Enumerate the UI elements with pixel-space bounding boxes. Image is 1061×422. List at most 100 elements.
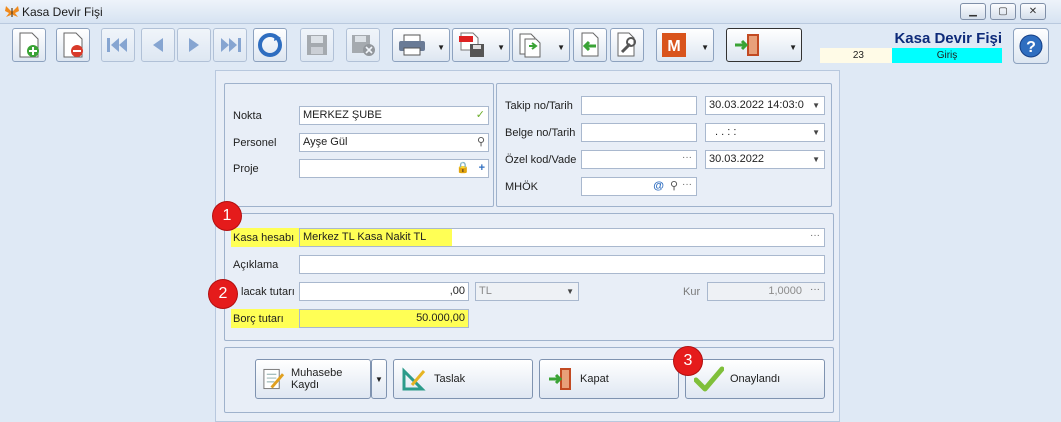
draft-triangle-icon — [402, 367, 426, 391]
copy-doc-icon — [519, 33, 541, 58]
kur-input[interactable]: 1,0000 ··· — [707, 282, 825, 301]
chevron-down-icon: ▼ — [701, 43, 709, 52]
chevron-down-icon: ▼ — [812, 128, 820, 137]
takip-no-input[interactable] — [581, 96, 697, 115]
borc-label: Borç tutarı — [233, 313, 284, 325]
new-doc-icon — [19, 32, 39, 58]
pdf-export-icon — [459, 32, 484, 57]
record-number: 23 — [820, 48, 892, 63]
currency-value: TL — [479, 285, 492, 297]
at-sign-icon[interactable]: @ — [653, 178, 664, 195]
aciklama-input[interactable] — [299, 255, 825, 274]
chevron-down-icon: ▼ — [557, 43, 565, 52]
new-button[interactable] — [12, 28, 46, 62]
first-record-icon — [107, 38, 127, 52]
taslak-label: Taslak — [434, 373, 466, 385]
belge-date-value: . . : : — [715, 126, 737, 138]
proje-field[interactable]: 🔒 + — [299, 159, 489, 178]
callout-badge-3: 3 — [674, 347, 702, 375]
add-icon[interactable]: + — [479, 160, 485, 177]
nokta-field[interactable]: MERKEZ ŞUBE ✓ — [299, 106, 489, 125]
personel-field[interactable]: Ayşe Gül ⚲ — [299, 133, 489, 152]
nokta-label: Nokta — [233, 110, 262, 122]
title-bar: Kasa Devir Fişi ▁ ▢ ✕ — [0, 0, 1061, 24]
ozel-kod-input[interactable]: ··· — [581, 150, 697, 169]
maximize-icon: ▢ — [998, 6, 1008, 17]
next-record-button[interactable] — [177, 28, 211, 62]
chevron-down-icon: ▼ — [497, 43, 505, 52]
settings-wrench-icon — [617, 32, 636, 57]
user-search-icon[interactable]: ⚲ — [477, 134, 485, 151]
prev-record-icon — [153, 38, 163, 52]
ellipsis-icon[interactable]: ··· — [682, 151, 692, 166]
location-group: Nokta MERKEZ ŞUBE ✓ Personel Ayşe Gül ⚲ … — [224, 83, 494, 207]
last-record-button[interactable] — [213, 28, 247, 62]
chevron-down-icon: ▼ — [566, 287, 574, 296]
mhok-label: MHÖK — [505, 181, 538, 193]
minimize-button[interactable]: ▁ — [960, 3, 986, 20]
next-record-icon — [189, 38, 199, 52]
first-record-button[interactable] — [101, 28, 135, 62]
refresh-button[interactable] — [253, 28, 287, 62]
currency-select[interactable]: TL ▼ — [475, 282, 579, 301]
ellipsis-icon[interactable]: ··· — [810, 229, 820, 244]
save-icon — [307, 35, 327, 55]
copy-button[interactable]: ▼ — [512, 28, 570, 62]
prev-record-button[interactable] — [141, 28, 175, 62]
taslak-button[interactable]: Taslak — [393, 359, 533, 399]
muhasebe-dropdown-button[interactable]: ▼ — [371, 359, 387, 399]
settings-button[interactable] — [610, 28, 644, 62]
form-panel: Nokta MERKEZ ŞUBE ✓ Personel Ayşe Gül ⚲ … — [215, 70, 840, 422]
kur-label: Kur — [683, 286, 701, 298]
mhok-input[interactable]: @ ⚲ ··· — [581, 177, 697, 196]
close-window-button[interactable]: ✕ — [1020, 3, 1046, 20]
print-icon — [399, 34, 425, 56]
svg-text:M: M — [667, 38, 680, 55]
muhasebe-label: Muhasebe Kaydı — [290, 367, 343, 391]
takip-label: Takip no/Tarih — [505, 100, 573, 112]
pdf-export-button[interactable]: ▼ — [452, 28, 510, 62]
alacak-tutari-input[interactable]: ,00 — [299, 282, 469, 301]
maximize-button[interactable]: ▢ — [990, 3, 1016, 20]
save-button[interactable] — [300, 28, 334, 62]
muhasebe-kaydi-button[interactable]: Muhasebe Kaydı — [255, 359, 371, 399]
ellipsis-icon[interactable]: ··· — [682, 178, 692, 193]
notepad-pencil-icon — [263, 368, 285, 390]
check-icon[interactable]: ✓ — [476, 107, 485, 124]
kapat-button[interactable]: Kapat — [539, 359, 679, 399]
personel-value: Ayşe Gül — [303, 136, 348, 148]
belge-date-select[interactable]: . . : : ▼ — [705, 123, 825, 142]
print-button[interactable]: ▼ — [392, 28, 450, 62]
alacak-value: ,00 — [449, 285, 465, 297]
form-title: Kasa Devir Fişi — [894, 30, 1002, 47]
belge-no-input[interactable] — [581, 123, 697, 142]
kapat-label: Kapat — [580, 373, 609, 385]
butterfly-icon — [5, 6, 19, 17]
chevron-down-icon: ▼ — [789, 43, 797, 52]
m-logo-icon: M — [662, 33, 686, 57]
mode-badge: Giriş — [892, 48, 1002, 63]
import-icon — [581, 32, 599, 57]
save-close-icon — [352, 35, 375, 56]
import-button[interactable] — [573, 28, 607, 62]
delete-button[interactable] — [56, 28, 90, 62]
borc-value: 50.000,00 — [416, 312, 465, 324]
delete-doc-icon — [63, 32, 83, 58]
search-icon[interactable]: ⚲ — [670, 178, 678, 195]
chevron-down-icon: ▼ — [812, 101, 820, 110]
exit-menu-button[interactable]: ▼ — [726, 28, 802, 62]
onaylandi-button[interactable]: Onaylandı — [685, 359, 825, 399]
proje-label: Proje — [233, 163, 259, 175]
kasa-value: Merkez TL Kasa Nakit TL — [300, 229, 452, 246]
save-close-button[interactable] — [346, 28, 380, 62]
lock-icon[interactable]: 🔒 — [456, 160, 470, 177]
vade-date-select[interactable]: 30.03.2022 ▼ — [705, 150, 825, 169]
ellipsis-icon[interactable]: ··· — [810, 283, 820, 298]
help-button[interactable]: ? — [1013, 28, 1049, 64]
m-module-button[interactable]: M ▼ — [656, 28, 714, 62]
exit-door-icon — [735, 34, 759, 56]
refresh-icon — [258, 33, 282, 57]
borc-tutari-input[interactable]: 50.000,00 — [299, 309, 469, 328]
kasa-hesabi-field[interactable]: Merkez TL Kasa Nakit TL ··· — [299, 228, 825, 247]
takip-date-select[interactable]: 30.03.2022 14:03:0 ▼ — [705, 96, 825, 115]
